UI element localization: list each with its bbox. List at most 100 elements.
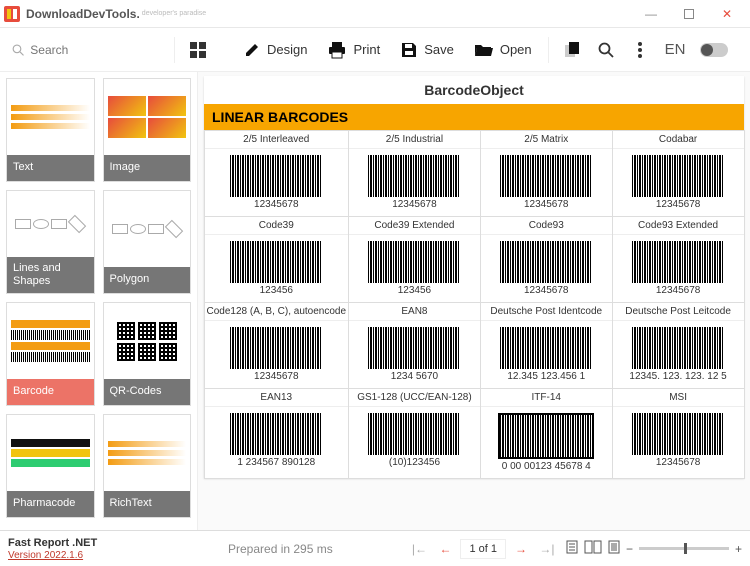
barcode-bars-icon [500, 155, 592, 197]
section-heading: LINEAR BARCODES [204, 104, 744, 130]
titlebar-title: DownloadDevTools [26, 7, 136, 21]
barcode-bars-icon [230, 241, 322, 283]
barcode-cell: Code39 Extended 123456 [348, 216, 481, 303]
maximize-button[interactable] [670, 3, 708, 25]
print-button[interactable]: Print [319, 37, 388, 63]
barcode-cell-title: 2/5 Industrial [349, 131, 480, 149]
canvas-scroll[interactable]: BarcodeObject LINEAR BARCODES 2/5 Interl… [198, 72, 750, 530]
titlebar-subtitle: developer's paradise [142, 10, 206, 17]
open-button[interactable]: Open [466, 38, 540, 62]
barcode-cell: Code93 12345678 [480, 216, 613, 303]
floppy-icon [400, 41, 418, 59]
pager-last-button[interactable]: →| [536, 538, 558, 560]
theme-toggle[interactable] [700, 43, 728, 57]
barcode-value: 123456 [398, 285, 431, 296]
save-button[interactable]: Save [392, 37, 462, 63]
search-icon [12, 43, 24, 57]
tile-label: QR-Codes [104, 379, 191, 405]
barcode-bars-icon [230, 413, 322, 455]
barcode-bars-icon [230, 155, 322, 197]
barcode-value: 12345678 [524, 285, 569, 296]
open-label: Open [500, 42, 532, 57]
printer-icon [327, 41, 347, 59]
search-input[interactable] [30, 43, 160, 57]
zoom-in-button[interactable]: + [735, 542, 742, 556]
app-logo-icon [4, 6, 20, 22]
pager-display[interactable]: 1 of 1 [460, 539, 506, 559]
sidebar-tile-pharmacode[interactable]: Pharmacode [6, 414, 95, 518]
main-canvas-area: BarcodeObject LINEAR BARCODES 2/5 Interl… [197, 72, 750, 530]
zoom-mode-width-icon[interactable] [608, 540, 620, 557]
status-text: Prepared in 295 ms [228, 542, 400, 556]
language-toggle[interactable]: EN [659, 41, 692, 58]
barcode-bars-icon [368, 413, 460, 455]
barcode-value: 12.345 123.456 1 [507, 371, 585, 382]
barcode-bars-icon [632, 413, 724, 455]
barcode-cell-title: 2/5 Matrix [481, 131, 612, 149]
barcode-cell-title: Code39 Extended [349, 217, 480, 235]
tile-label: Barcode [7, 379, 94, 405]
version-link[interactable]: Version 2022.1.6 [8, 550, 220, 561]
barcode-cell: Deutsche Post Identcode12.345 123.456 1 [480, 302, 613, 389]
barcode-cell: Code39123456 [204, 216, 350, 303]
titlebar: DownloadDevTools. developer's paradise —… [0, 0, 750, 28]
barcode-cell: 2/5 Interleaved12345678 [204, 130, 350, 217]
barcode-cell-title: MSI [613, 389, 744, 407]
barcode-cell-title: EAN8 [349, 303, 480, 321]
minimize-button[interactable]: — [632, 3, 670, 25]
tile-label: Pharmacode [7, 491, 94, 517]
barcode-cell: GS1-128 (UCC/EAN-128)(10)123456 [348, 388, 481, 479]
barcode-cell: MSI12345678 [612, 388, 745, 479]
documents-icon [563, 41, 581, 59]
barcode-cell-title: Code128 (A, B, C), autoencode [205, 303, 349, 321]
kebab-icon [638, 42, 642, 58]
search-field[interactable] [6, 39, 166, 61]
zoom-slider[interactable] [639, 547, 729, 550]
tile-preview [7, 415, 94, 491]
sidebar-tile-image[interactable]: Image [103, 78, 192, 182]
design-label: Design [267, 42, 307, 57]
barcode-value: 1234 5670 [391, 371, 438, 382]
zoom-out-button[interactable]: − [626, 542, 633, 556]
toolbar: Design Print Save Open EN [0, 28, 750, 72]
barcode-value: 12345678 [254, 371, 299, 382]
close-button[interactable]: ✕ [708, 3, 746, 25]
barcode-cell-title: Code93 [481, 217, 612, 235]
page-title: BarcodeObject [204, 76, 744, 104]
barcode-bars-icon [632, 241, 724, 283]
barcode-cell: Codabar12345678 [612, 130, 745, 217]
sidebar-tile-lines-and-shapes[interactable]: Lines and Shapes [6, 190, 95, 294]
design-button[interactable]: Design [235, 37, 315, 63]
pager-prev-button[interactable]: ← [434, 538, 456, 560]
pager-first-button[interactable]: |← [408, 538, 430, 560]
layout-grid-button[interactable] [183, 35, 213, 65]
tile-preview [7, 303, 94, 379]
barcode-cell: EAN8 1234 5670 [348, 302, 481, 389]
barcode-cell: Code128 (A, B, C), autoencode 12345678 [204, 302, 350, 389]
new-doc-button[interactable] [557, 35, 587, 65]
barcode-cell: EAN131 234567 890128 [204, 388, 350, 479]
tile-label: RichText [104, 491, 191, 517]
zoom-mode-page-icon[interactable] [566, 540, 578, 557]
zoom-mode-two-icon[interactable] [584, 540, 602, 557]
find-button[interactable] [591, 35, 621, 65]
barcode-cell-title: Deutsche Post Leitcode [613, 303, 744, 321]
barcode-cell-title: GS1-128 (UCC/EAN-128) [349, 389, 480, 407]
sidebar-tile-barcode[interactable]: Barcode [6, 302, 95, 406]
barcode-cell: 2/5 Industrial12345678 [348, 130, 481, 217]
barcode-bars-icon [632, 327, 724, 369]
barcode-cell: Code93 Extended12345678 [612, 216, 745, 303]
more-button[interactable] [625, 35, 655, 65]
sidebar-tile-qr-codes[interactable]: QR-Codes [103, 302, 192, 406]
pager-next-button[interactable]: → [510, 538, 532, 560]
sidebar-tile-polygon[interactable]: Polygon [103, 190, 192, 294]
sidebar[interactable]: TextImageLines and ShapesPolygon Barcode Q… [0, 72, 197, 530]
barcode-cell-title: ITF-14 [481, 389, 612, 407]
tile-preview [7, 191, 94, 257]
tile-preview [104, 79, 191, 155]
sidebar-tile-text[interactable]: Text [6, 78, 95, 182]
barcode-cell: 2/5 Matrix12345678 [480, 130, 613, 217]
barcode-value: 12345678 [254, 199, 299, 210]
barcode-cell-title: EAN13 [205, 389, 349, 407]
sidebar-tile-richtext[interactable]: RichText [103, 414, 192, 518]
